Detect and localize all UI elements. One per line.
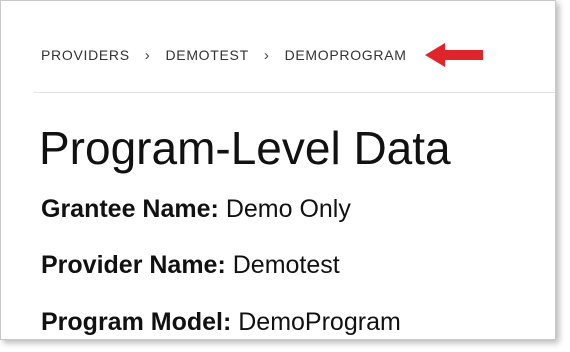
provider-name-value: Demotest	[232, 251, 340, 279]
breadcrumb-item-demoprogram: DEMOPROGRAM	[284, 47, 407, 63]
grantee-name-label: Grantee Name:	[41, 195, 219, 223]
page-title: Program-Level Data	[39, 122, 451, 174]
provider-name-label: Provider Name:	[41, 251, 226, 279]
program-model-label: Program Model:	[41, 308, 232, 336]
red-left-arrow-icon	[424, 43, 483, 67]
provider-name-field: Provider Name: Demotest	[41, 249, 340, 281]
grantee-name-value: Demo Only	[225, 195, 351, 223]
breadcrumb-separator-icon: ›	[263, 46, 270, 64]
breadcrumb-item-providers[interactable]: PROVIDERS	[41, 47, 130, 63]
grantee-name-field: Grantee Name: Demo Only	[41, 193, 351, 225]
breadcrumb: PROVIDERS › DEMOTEST › DEMOPROGRAM	[41, 43, 485, 67]
program-model-value: DemoProgram	[238, 308, 401, 336]
program-model-field: Program Model: DemoProgram	[41, 306, 401, 338]
divider	[34, 92, 555, 93]
breadcrumb-separator-icon: ›	[144, 46, 151, 64]
page-panel: PROVIDERS › DEMOTEST › DEMOPROGRAM Progr…	[0, 0, 556, 340]
breadcrumb-item-demotest[interactable]: DEMOTEST	[165, 47, 248, 63]
